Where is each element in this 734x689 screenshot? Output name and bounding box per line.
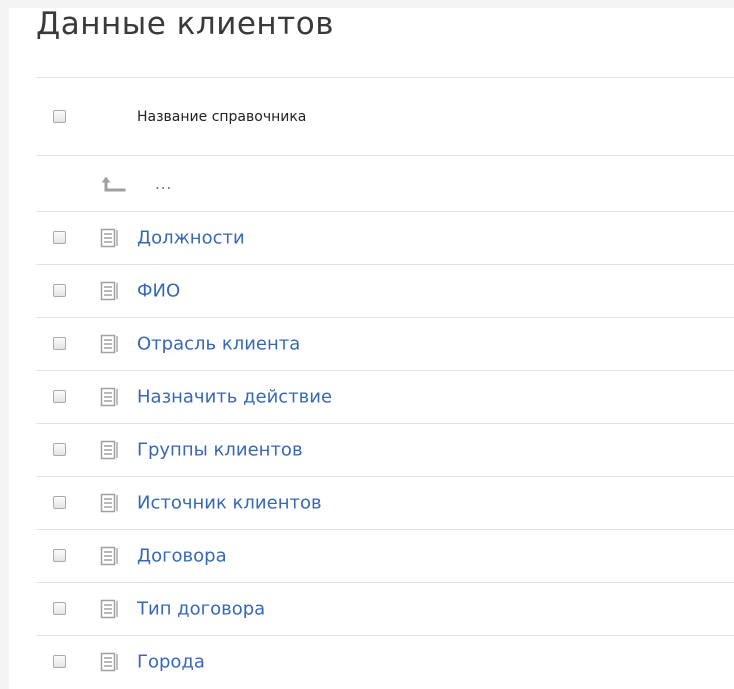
- table-row: Отрасль клиента: [36, 317, 734, 370]
- directory-table: Название справочника ... Должности ФИО Отр…: [36, 77, 734, 688]
- document-list-icon: [100, 546, 118, 566]
- document-list-icon: [100, 599, 118, 619]
- table-row: Источник клиентов: [36, 476, 734, 529]
- document-list-icon: [100, 440, 118, 460]
- select-all-checkbox[interactable]: [53, 109, 66, 123]
- parent-folder-link[interactable]: ...: [155, 175, 172, 193]
- level-up-icon[interactable]: [100, 174, 128, 194]
- table-row: Тип договора: [36, 582, 734, 635]
- table-row: Договора: [36, 529, 734, 582]
- document-list-icon: [100, 387, 118, 407]
- row-checkbox[interactable]: [53, 496, 66, 509]
- column-header-name[interactable]: Название справочника: [137, 109, 306, 125]
- parent-folder-row[interactable]: ...: [36, 155, 734, 211]
- directory-link[interactable]: Должности: [137, 228, 245, 249]
- page: Данные клиентов Название справочника ...…: [0, 0, 734, 689]
- document-list-icon: [100, 228, 118, 248]
- directory-link[interactable]: Отрасль клиента: [137, 334, 300, 355]
- row-checkbox[interactable]: [53, 443, 66, 456]
- directory-link[interactable]: ФИО: [137, 281, 180, 302]
- table-row: Группы клиентов: [36, 423, 734, 476]
- document-list-icon: [100, 281, 118, 301]
- table-row: Должности: [36, 211, 734, 264]
- row-checkbox[interactable]: [53, 602, 66, 615]
- table-row: Назначить действие: [36, 370, 734, 423]
- table-header: Название справочника: [36, 77, 734, 155]
- row-checkbox[interactable]: [53, 390, 66, 403]
- row-checkbox[interactable]: [53, 549, 66, 562]
- directory-link[interactable]: Тип договора: [137, 599, 265, 620]
- directory-link[interactable]: Города: [137, 652, 205, 673]
- document-list-icon: [100, 334, 118, 354]
- document-list-icon: [100, 493, 118, 513]
- directory-link[interactable]: Назначить действие: [137, 387, 332, 408]
- document-list-icon: [100, 652, 118, 672]
- directory-link[interactable]: Договора: [137, 546, 227, 567]
- row-checkbox[interactable]: [53, 231, 66, 244]
- row-checkbox[interactable]: [53, 284, 66, 297]
- table-row: ФИО: [36, 264, 734, 317]
- page-title: Данные клиентов: [36, 6, 334, 42]
- row-checkbox[interactable]: [53, 337, 66, 350]
- directory-link[interactable]: Источник клиентов: [137, 493, 322, 514]
- directory-link[interactable]: Группы клиентов: [137, 440, 303, 461]
- row-checkbox[interactable]: [53, 655, 66, 668]
- table-row: Города: [36, 635, 734, 688]
